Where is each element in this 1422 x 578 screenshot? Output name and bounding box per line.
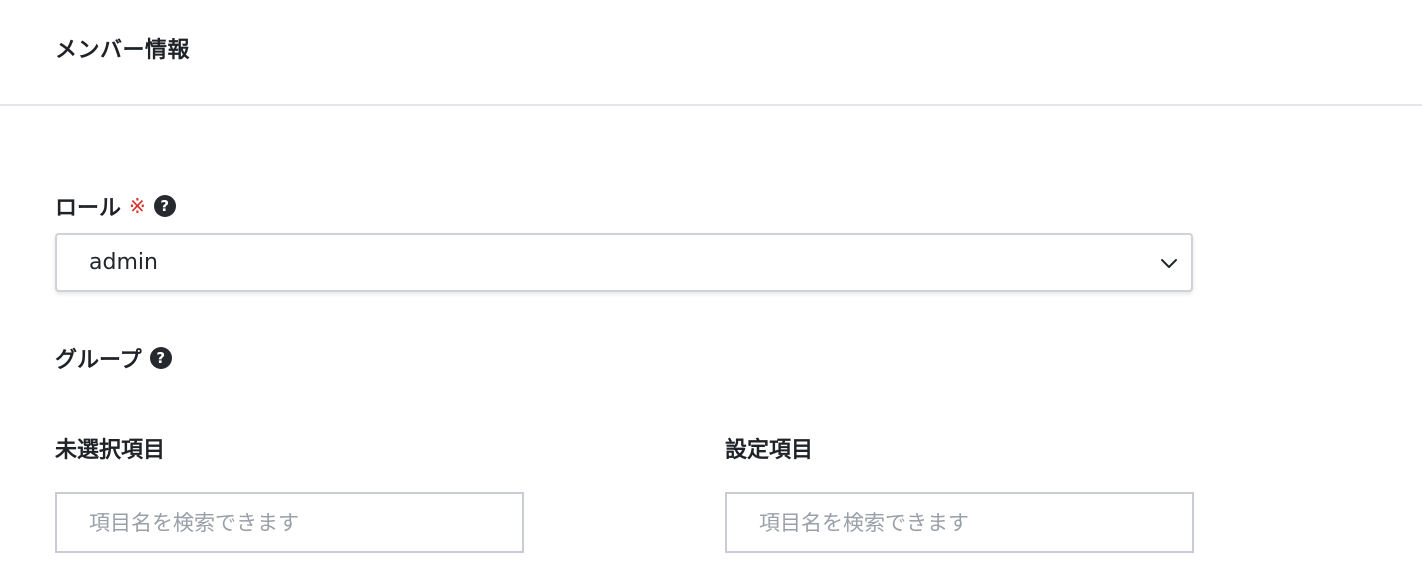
question-circle-icon[interactable]: ?: [149, 347, 172, 369]
group-label-row: グループ ?: [55, 342, 172, 374]
selected-search-input[interactable]: [727, 494, 1192, 551]
unselected-search-input[interactable]: [57, 494, 522, 551]
group-label: グループ: [55, 348, 142, 373]
selected-search-box: [725, 492, 1194, 553]
page-title: メンバー情報: [55, 38, 191, 63]
required-mark: ※: [129, 194, 146, 218]
unselected-search-box: [55, 492, 524, 553]
chevron-down-icon: [1161, 259, 1177, 268]
role-select-value: admin: [89, 250, 158, 275]
page-header: メンバー情報: [0, 0, 1422, 106]
question-circle-icon[interactable]: ?: [153, 195, 176, 217]
selected-items-title: 設定項目: [725, 438, 814, 463]
role-label: ロール: [55, 196, 122, 221]
unselected-items-title: 未選択項目: [55, 438, 166, 463]
role-select[interactable]: admin: [55, 233, 1193, 292]
role-label-row: ロール ※ ?: [55, 190, 176, 222]
